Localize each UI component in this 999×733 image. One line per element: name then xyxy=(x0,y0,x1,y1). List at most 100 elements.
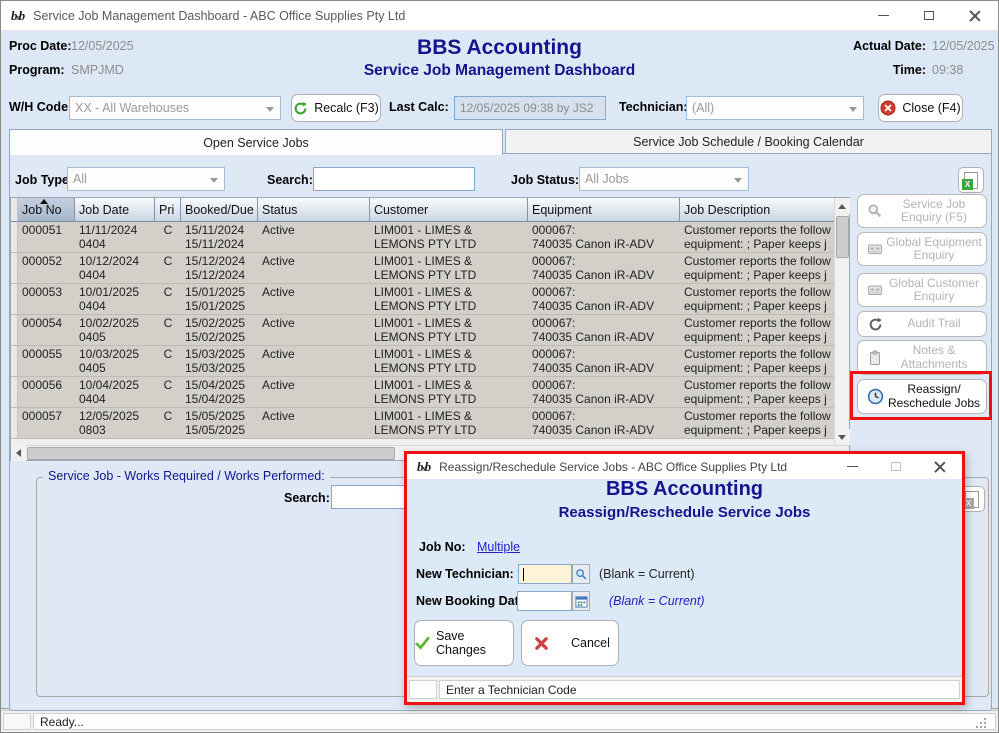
cell-job-date: 11/11/20240404 xyxy=(75,222,155,252)
technician-lookup-button[interactable] xyxy=(572,564,590,584)
scroll-left-button[interactable] xyxy=(11,445,26,461)
close-icon xyxy=(969,10,981,22)
wh-code-label: W/H Code: xyxy=(9,100,72,114)
row-selector[interactable] xyxy=(11,408,18,438)
search-input[interactable] xyxy=(313,167,475,191)
header-customer[interactable]: Customer xyxy=(370,198,528,222)
close-button[interactable] xyxy=(952,1,998,30)
cell-job-no: 000053 xyxy=(18,284,75,314)
actual-date-value: 12/05/2025 xyxy=(932,39,995,53)
close-f4-button[interactable]: Close (F4) xyxy=(878,94,963,122)
cell-job-no: 000056 xyxy=(18,377,75,407)
clock-icon xyxy=(864,388,886,405)
technician-hint: (Blank = Current) xyxy=(599,567,695,581)
table-row[interactable]: 00005310/01/20250404C15/01/202515/01/202… xyxy=(11,284,834,315)
table-row[interactable]: 00005510/03/20250405C15/03/202515/03/202… xyxy=(11,346,834,377)
tab-label: Service Job Schedule / Booking Calendar xyxy=(633,135,864,149)
table-row[interactable]: 00005712/05/20250803C15/05/202515/05/202… xyxy=(11,408,834,439)
header-job-description[interactable]: Job Description xyxy=(680,198,834,222)
row-selector[interactable] xyxy=(11,284,18,314)
export-excel-button[interactable]: X xyxy=(958,167,984,193)
reassign-reschedule-button[interactable]: Reassign/ Reschedule Jobs xyxy=(857,379,987,414)
table-row[interactable]: 00005111/11/20240404C15/11/202415/11/202… xyxy=(11,222,834,253)
global-equipment-enquiry-button[interactable]: Global Equipment Enquiry xyxy=(857,232,987,266)
job-no-multiple-link[interactable]: Multiple xyxy=(477,540,520,554)
dialog-statusbar: Enter a Technician Code xyxy=(407,676,962,702)
job-type-combo[interactable]: All xyxy=(67,167,225,191)
scroll-up-button[interactable] xyxy=(835,198,850,214)
chevron-down-icon xyxy=(734,178,742,183)
scroll-down-button[interactable] xyxy=(835,429,850,445)
table-row[interactable]: 00005410/02/20250405C15/02/202515/02/202… xyxy=(11,315,834,346)
header-pri[interactable]: Pri xyxy=(155,198,181,222)
new-booking-date-input[interactable] xyxy=(517,591,572,611)
new-technician-input[interactable] xyxy=(518,564,572,584)
reassign-dialog: bsb Reassign/Reschedule Service Jobs - A… xyxy=(404,451,965,705)
cell-description: Customer reports the followequipment: ; … xyxy=(680,346,834,376)
cancel-label: Cancel xyxy=(571,636,610,650)
technician-combo[interactable]: (All) xyxy=(686,96,864,120)
row-selector[interactable] xyxy=(11,222,18,252)
maximize-icon xyxy=(891,462,901,471)
header-job-date[interactable]: Job Date xyxy=(75,198,155,222)
cell-equipment: 000067:740035 Canon iR-ADV xyxy=(528,222,680,252)
save-changes-button[interactable]: Save Changes xyxy=(414,620,514,666)
wh-code-combo[interactable]: XX - All Warehouses xyxy=(69,96,281,120)
cell-equipment: 000067:740035 Canon iR-ADV xyxy=(528,408,680,438)
cell-job-no: 000052 xyxy=(18,253,75,283)
header-equipment[interactable]: Equipment xyxy=(528,198,680,222)
booking-date-calendar-button[interactable] xyxy=(572,591,590,611)
arrow-down-icon xyxy=(838,435,846,440)
cancel-button[interactable]: Cancel xyxy=(521,620,619,666)
table-row[interactable]: 00005610/04/20250404C15/04/202515/04/202… xyxy=(11,377,834,408)
job-status-combo[interactable]: All Jobs xyxy=(579,167,749,191)
cell-status: Active xyxy=(258,253,370,283)
header-job-no[interactable]: Job No xyxy=(18,198,75,222)
service-jobs-table: Job No Job Date Pri Booked/Due Status Cu… xyxy=(10,197,850,461)
row-selector[interactable] xyxy=(11,346,18,376)
table-row[interactable]: 00005210/12/20240404C15/12/202415/12/202… xyxy=(11,253,834,284)
statusbar-segment xyxy=(3,713,31,730)
vertical-scrollbar[interactable] xyxy=(834,198,849,445)
excel-export-icon: X xyxy=(965,491,979,508)
red-x-circle-icon xyxy=(880,100,896,116)
tab-open-service-jobs[interactable]: Open Service Jobs xyxy=(9,129,503,155)
cell-pri: C xyxy=(155,315,181,345)
tab-schedule-calendar[interactable]: Service Job Schedule / Booking Calendar xyxy=(505,129,992,154)
recalc-button[interactable]: Recalc (F3) xyxy=(291,94,381,122)
global-customer-enquiry-button[interactable]: Global Customer Enquiry xyxy=(857,273,987,307)
cell-job-date: 10/04/20250404 xyxy=(75,377,155,407)
cell-customer: LIM001 - LIMES &LEMONS PTY LTD xyxy=(370,377,528,407)
main-titlebar: bsb Service Job Management Dashboard - A… xyxy=(1,1,998,31)
row-selector[interactable] xyxy=(11,377,18,407)
minimize-icon xyxy=(847,466,858,467)
maximize-button[interactable] xyxy=(906,1,952,30)
header-booked-due[interactable]: Booked/Due xyxy=(181,198,258,222)
minimize-button[interactable] xyxy=(860,1,906,30)
cell-equipment: 000067:740035 Canon iR-ADV xyxy=(528,253,680,283)
cell-customer: LIM001 - LIMES &LEMONS PTY LTD xyxy=(370,315,528,345)
row-selector[interactable] xyxy=(11,253,18,283)
dialog-close-button[interactable] xyxy=(918,454,962,479)
equipment-icon xyxy=(864,282,886,298)
cell-customer: LIM001 - LIMES &LEMONS PTY LTD xyxy=(370,222,528,252)
dialog-title: Reassign/Reschedule Service Jobs - ABC O… xyxy=(439,460,787,474)
horizontal-scroll-thumb[interactable] xyxy=(27,447,395,460)
cell-pri: C xyxy=(155,346,181,376)
service-job-enquiry-button[interactable]: Service Job Enquiry (F5) xyxy=(857,194,987,228)
dialog-minimize-button[interactable] xyxy=(830,454,874,479)
cell-booked-due: 15/02/202515/02/2025 xyxy=(181,315,258,345)
text-caret xyxy=(523,568,524,581)
cell-job-date: 10/12/20240404 xyxy=(75,253,155,283)
resize-grip[interactable] xyxy=(984,718,986,720)
header-status[interactable]: Status xyxy=(258,198,370,222)
cell-equipment: 000067:740035 Canon iR-ADV xyxy=(528,284,680,314)
vertical-scroll-thumb[interactable] xyxy=(836,216,849,258)
works-search-label: Search: xyxy=(284,491,330,505)
cell-description: Customer reports the followequipment: ; … xyxy=(680,315,834,345)
row-selector[interactable] xyxy=(11,315,18,345)
last-calc-field: 12/05/2025 09:38 by JS2 xyxy=(454,96,606,120)
notes-attachments-button[interactable]: Notes & Attachments xyxy=(857,340,987,375)
audit-trail-button[interactable]: Audit Trail xyxy=(857,311,987,337)
cell-description: Customer reports the followequipment: ; … xyxy=(680,284,834,314)
